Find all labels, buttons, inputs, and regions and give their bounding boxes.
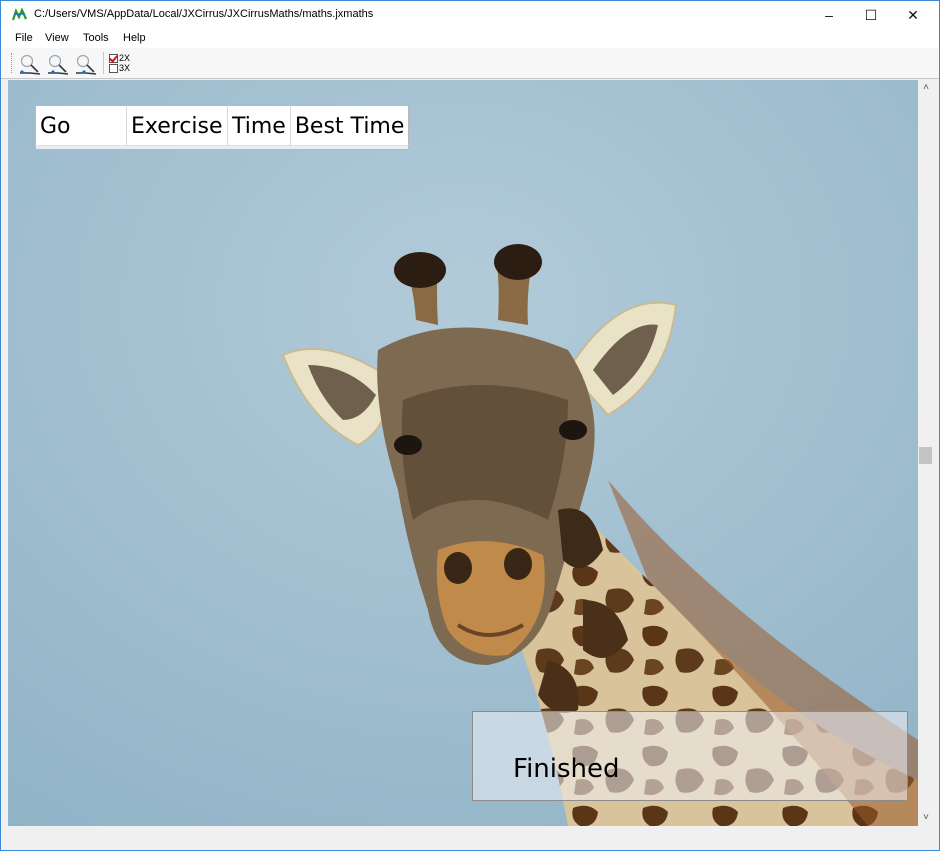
status-message: Finished: [513, 754, 620, 784]
scrollbar-thumb[interactable]: [919, 447, 932, 464]
option-3x[interactable]: 3X: [109, 63, 130, 73]
header-exercise[interactable]: Exercise: [126, 105, 228, 146]
table-cell: [227, 145, 291, 150]
app-window: C:/Users/VMS/AppData/Local/JXCirrus/JXCi…: [0, 0, 940, 851]
table-cell: [290, 145, 409, 150]
zoom-out-icon[interactable]: [74, 53, 98, 75]
table-cell: [35, 145, 127, 150]
status-panel: Finished: [472, 711, 908, 801]
menu-tools[interactable]: Tools: [83, 32, 109, 44]
maximize-icon: ☐: [864, 6, 878, 23]
header-time[interactable]: Time: [227, 105, 291, 146]
zoom-reset-icon[interactable]: [46, 53, 70, 75]
score-table-header-row: Go Exercise Time Best Time: [35, 105, 409, 146]
minimize-icon: –: [825, 7, 833, 23]
table-cell: [126, 145, 228, 150]
menu-help[interactable]: Help: [123, 32, 146, 44]
header-go[interactable]: Go: [35, 105, 127, 146]
app-logo-icon: [12, 8, 28, 21]
toolbar: 2X 3X: [1, 48, 939, 79]
close-icon: ✕: [907, 6, 919, 23]
checkbox-3x[interactable]: [109, 63, 118, 73]
toolbar-separator: [103, 52, 104, 74]
window-title: C:/Users/VMS/AppData/Local/JXCirrus/JXCi…: [34, 8, 374, 20]
close-button[interactable]: ✕: [891, 1, 935, 29]
chevron-up-icon: ˄: [923, 82, 929, 93]
header-best-time[interactable]: Best Time: [290, 106, 409, 146]
menu-file[interactable]: File: [15, 32, 33, 44]
score-table: Go Exercise Time Best Time: [35, 105, 410, 150]
menu-bar: File View Tools Help: [1, 29, 939, 48]
maximize-button[interactable]: ☐: [849, 1, 893, 29]
horizontal-scrollbar[interactable]: [8, 826, 918, 843]
checkbox-2x[interactable]: [109, 53, 118, 63]
zoom-in-icon[interactable]: [18, 53, 42, 75]
scroll-down-button[interactable]: ˅: [918, 810, 934, 826]
option-2x[interactable]: 2X: [109, 53, 130, 63]
chevron-down-icon: ˅: [923, 812, 929, 823]
scroll-up-button[interactable]: ˄: [918, 80, 934, 96]
toolbar-grip[interactable]: [11, 53, 14, 73]
menu-view[interactable]: View: [45, 32, 69, 44]
vertical-scrollbar[interactable]: ˄ ˅: [918, 80, 934, 826]
title-bar[interactable]: C:/Users/VMS/AppData/Local/JXCirrus/JXCi…: [1, 1, 939, 29]
content-canvas[interactable]: Go Exercise Time Best Time Finished: [8, 80, 918, 826]
table-row: [35, 145, 409, 150]
option-2x-label: 2X: [119, 53, 131, 63]
minimize-button[interactable]: –: [807, 1, 851, 29]
option-3x-label: 3X: [119, 63, 131, 73]
